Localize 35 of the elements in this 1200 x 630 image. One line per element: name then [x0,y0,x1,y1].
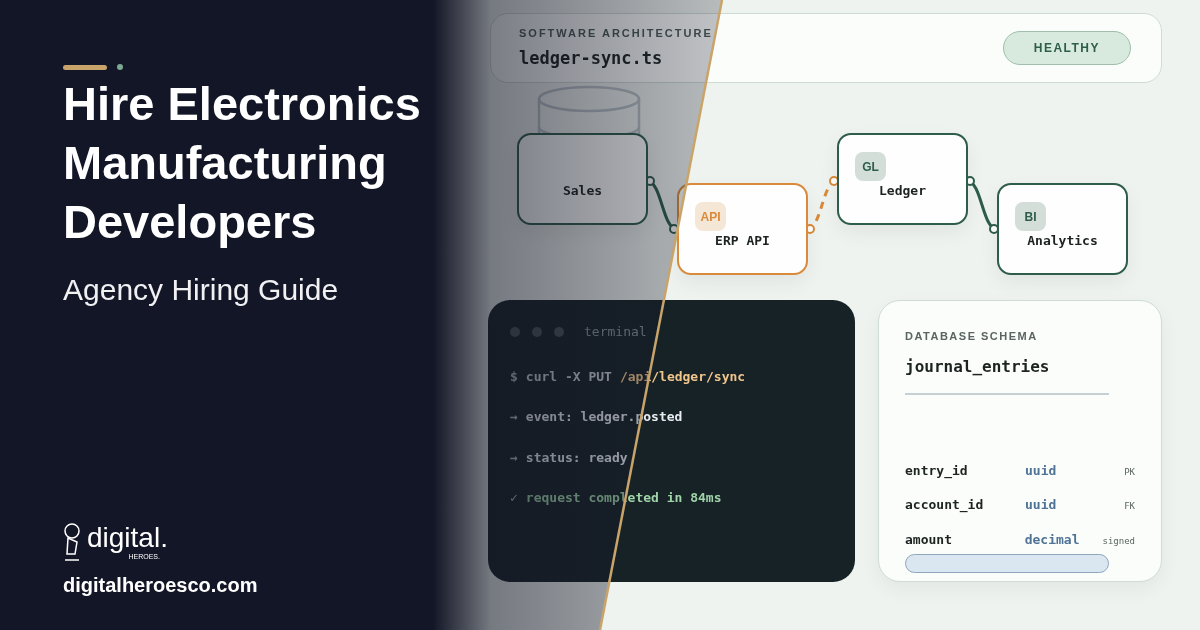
column-type: uuid [1025,496,1058,514]
headline: Manufacturing [63,135,388,191]
status-badge: HEALTHY [1002,31,1131,65]
terminal-line: curl -X PUT [525,367,612,386]
section-label: DATABASE SCHEMA [905,329,1039,344]
prompt-symbol: → [510,408,518,426]
file-name: ledger-sync.ts [519,46,664,70]
terminal-title: terminal [584,323,647,341]
accent-bar-icon [63,64,107,70]
column-type: uuid [1025,461,1058,480]
logo-text: digital. [87,523,168,552]
terminal-line: status: ready [525,448,628,467]
column-name: account_id [905,496,985,515]
prompt-symbol: ✓ [510,489,518,507]
column-name: entry_id [905,461,969,480]
website-url: digitalheroesco.com [63,573,259,598]
node-label: Sales [561,182,604,200]
column-tag: FK [1103,500,1135,514]
column-tag: signed [1102,534,1135,548]
subtitle: Agency Hiring Guide [63,272,340,308]
prompt-symbol: → [510,448,518,467]
node-label: ERP API [714,232,771,250]
node-label: Analytics [1026,232,1099,250]
column-name: amount [905,530,953,549]
node-badge: API [695,202,726,231]
prompt-symbol: $ [510,367,518,386]
section-label: SOFTWARE ARCHITECTURE [519,26,713,41]
node-label: Ledger [878,182,927,200]
column-type: decimal [1024,530,1081,549]
column-tag: PK [1103,465,1135,479]
node-badge: BI [1015,202,1046,231]
table-name: journal_entries [905,355,1051,378]
headline: Hire Electronics [63,76,422,132]
node-badge: GL [855,152,886,181]
headline: Developers [63,194,318,250]
